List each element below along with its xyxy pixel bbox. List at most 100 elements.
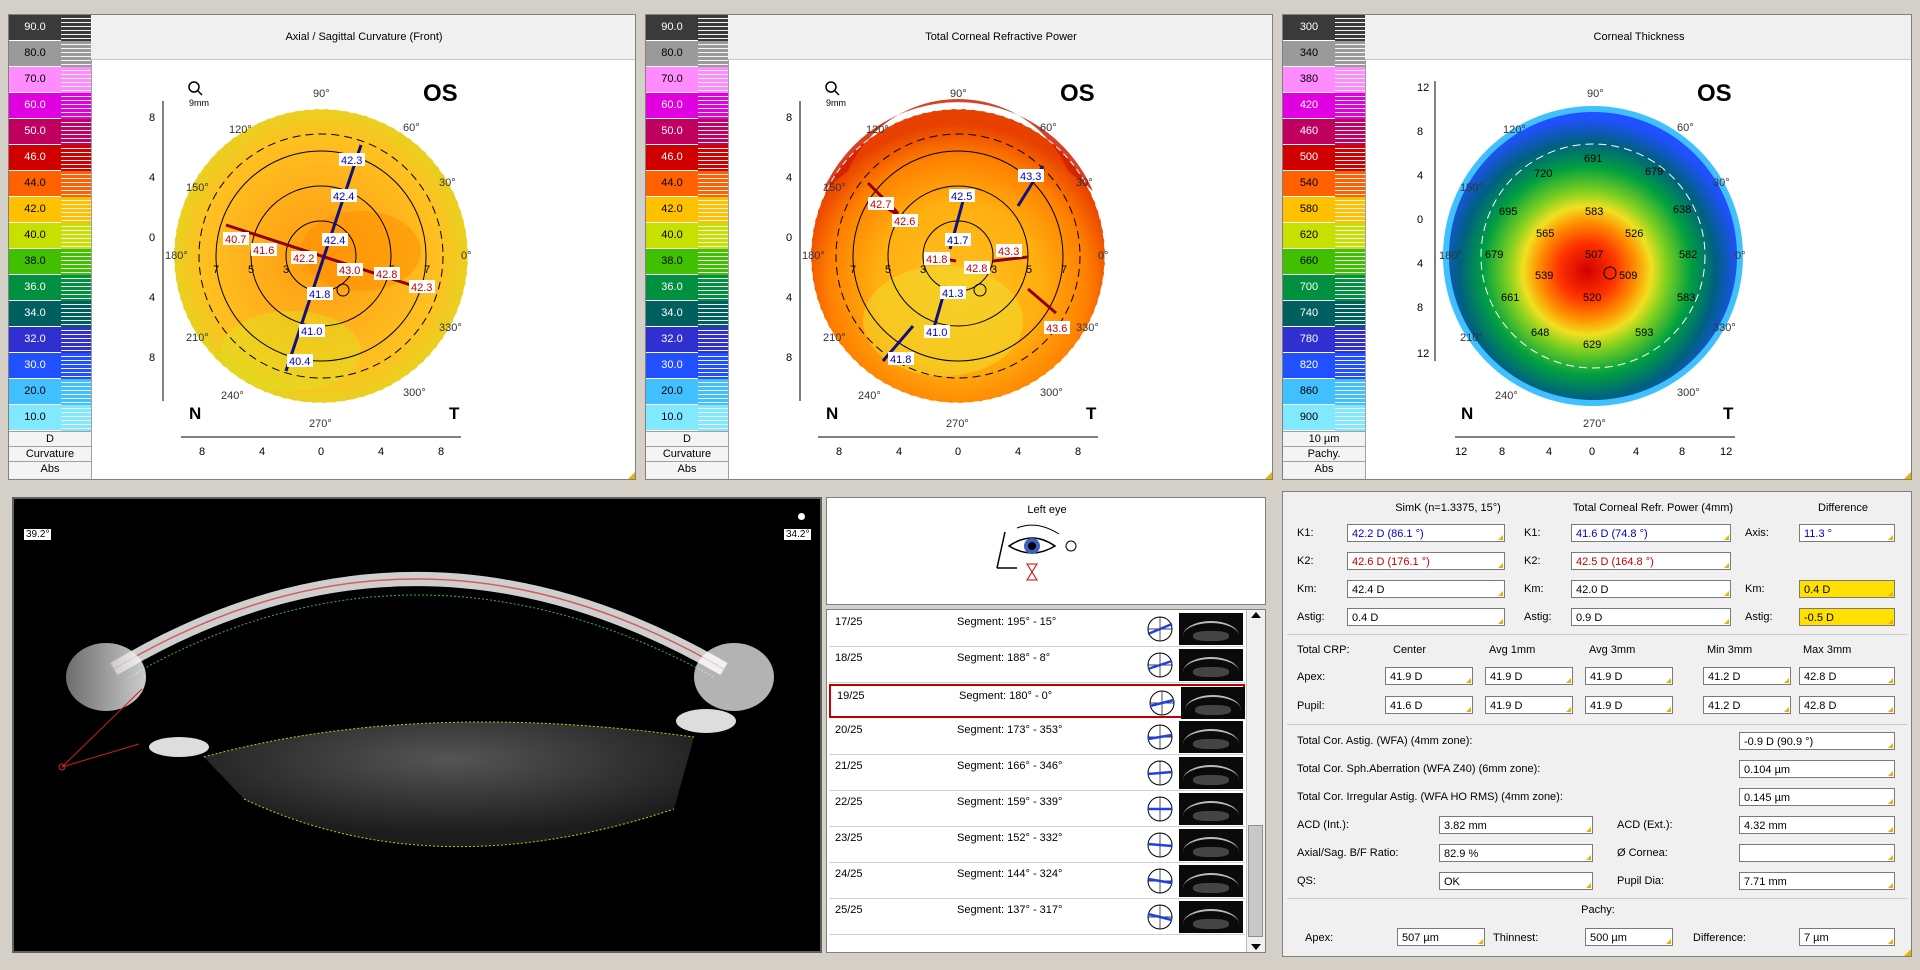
temporal-label: T xyxy=(1086,404,1097,423)
apex-min3-field[interactable]: 41.2 D xyxy=(1703,667,1791,685)
cornea-diameter-field[interactable] xyxy=(1739,844,1895,862)
scheimpflug-image-panel[interactable]: 39.2° 34.2° xyxy=(12,497,822,953)
svg-text:661: 661 xyxy=(1501,292,1519,304)
segment-row[interactable]: 18/25 Segment: 188° - 8° xyxy=(829,648,1245,683)
segment-row[interactable]: 19/25 Segment: 180° - 0° xyxy=(829,684,1245,719)
zoom-icon[interactable]: 9mm xyxy=(188,81,209,108)
scale-swatch xyxy=(698,67,728,93)
pupil-avg1-field[interactable]: 41.9 D xyxy=(1485,696,1573,714)
bf-ratio-field[interactable]: 82.9 % xyxy=(1439,844,1593,862)
scale-label: 38.0 xyxy=(9,249,61,275)
scale-swatch xyxy=(698,93,728,119)
scale-row: 700 xyxy=(1283,275,1365,301)
panel-resize-handle[interactable] xyxy=(1904,472,1911,479)
scale-label: 70.0 xyxy=(9,67,61,93)
tcrp-km-field[interactable]: 42.0 D xyxy=(1571,580,1731,598)
scale-label: 10.0 xyxy=(9,405,61,431)
scale-row: 380 xyxy=(1283,67,1365,93)
scale-label: 60.0 xyxy=(9,93,61,119)
scale-row: 620 xyxy=(1283,223,1365,249)
tcrp-astig-field[interactable]: 0.9 D xyxy=(1571,608,1731,626)
simk-k2-field[interactable]: 42.6 D (176.1 °) xyxy=(1347,552,1505,570)
scroll-up-arrow[interactable] xyxy=(1251,612,1261,618)
scroll-thumb[interactable] xyxy=(1248,825,1263,937)
pupil-max3-field[interactable]: 42.8 D xyxy=(1799,696,1895,714)
refractive-power-map[interactable]: 90° 60° 30° 0° 330° 300° 270° 240° 210° … xyxy=(728,61,1273,480)
scale-label: 32.0 xyxy=(646,327,698,353)
scale-row: 540 xyxy=(1283,171,1365,197)
scale-row: 50.0 xyxy=(9,119,91,145)
scale-row: 580 xyxy=(1283,197,1365,223)
simk-km-field[interactable]: 42.4 D xyxy=(1347,580,1505,598)
thickness-map[interactable]: 90° 60° 30° 0° 330° 300° 270° 240° 210° … xyxy=(1365,61,1912,480)
acd-ext-field[interactable]: 4.32 mm xyxy=(1739,816,1895,834)
panel-resize-handle[interactable] xyxy=(1904,949,1911,956)
svg-text:3: 3 xyxy=(991,264,997,276)
acd-int-field[interactable]: 3.82 mm xyxy=(1439,816,1593,834)
scale-swatch xyxy=(61,15,91,41)
diff-km-field[interactable]: 0.4 D xyxy=(1799,580,1895,598)
axial-curvature-map[interactable]: 90° 60° 30° 0° 330° 300° 270° 240° 210° … xyxy=(91,61,636,480)
scale-label: 900 xyxy=(1283,405,1335,431)
sph-aberration-field[interactable]: 0.104 µm xyxy=(1739,760,1895,778)
segment-row[interactable]: 23/25 Segment: 152° - 332° xyxy=(829,828,1245,863)
segment-range: Segment: 144° - 324° xyxy=(957,868,1063,880)
svg-text:679: 679 xyxy=(1485,249,1503,261)
apex-max3-field[interactable]: 42.8 D xyxy=(1799,667,1895,685)
segment-thumbnail xyxy=(1179,649,1243,681)
diff-axis-field[interactable]: 11.3 ° xyxy=(1799,524,1895,542)
pupil-dia-label: Pupil Dia: xyxy=(1617,875,1665,887)
segment-direction-icon xyxy=(1147,724,1173,750)
scale-row: 80.0 xyxy=(9,41,91,67)
panel-resize-handle[interactable] xyxy=(628,472,635,479)
astig-wfa-field[interactable]: -0.9 D (90.9 °) xyxy=(1739,732,1895,750)
simk-astig-field[interactable]: 0.4 D xyxy=(1347,608,1505,626)
scroll-down-arrow[interactable] xyxy=(1251,944,1261,950)
steep-zone xyxy=(301,211,421,291)
panel-resize-handle[interactable] xyxy=(1265,472,1272,479)
segment-row[interactable]: 21/25 Segment: 166° - 346° xyxy=(829,756,1245,791)
svg-text:42.3: 42.3 xyxy=(341,155,362,167)
svg-text:270°: 270° xyxy=(946,418,969,430)
svg-text:4: 4 xyxy=(1417,258,1423,270)
scale-swatch xyxy=(1335,67,1365,93)
segment-row[interactable]: 20/25 Segment: 173° - 353° xyxy=(829,720,1245,755)
apex-center-field[interactable]: 41.9 D xyxy=(1385,667,1473,685)
scale-row: 36.0 xyxy=(646,275,728,301)
apex-avg3-field[interactable]: 41.9 D xyxy=(1585,667,1673,685)
svg-text:3: 3 xyxy=(283,264,289,276)
irregular-astig-field[interactable]: 0.145 µm xyxy=(1739,788,1895,806)
color-scale: 90.0 80.0 70.0 60.0 50.0 46.0 44.0 42.0 40.0 38.0… xyxy=(646,15,729,479)
apex-avg1-field[interactable]: 41.9 D xyxy=(1485,667,1573,685)
segment-row[interactable]: 25/25 Segment: 137° - 317° xyxy=(829,900,1245,935)
scale-label: 34.0 xyxy=(9,301,61,327)
zoom-icon[interactable]: 9mm xyxy=(825,81,846,108)
scale-row: 38.0 xyxy=(646,249,728,275)
k1-label: K1: xyxy=(1297,527,1314,539)
scale-swatch xyxy=(1335,171,1365,197)
segment-number: 17/25 xyxy=(835,616,863,628)
pupil-min3-field[interactable]: 41.2 D xyxy=(1703,696,1791,714)
segment-row[interactable]: 22/25 Segment: 159° - 339° xyxy=(829,792,1245,827)
diff-astig-field[interactable]: -0.5 D xyxy=(1799,608,1895,626)
pupil-avg3-field[interactable]: 41.9 D xyxy=(1585,696,1673,714)
svg-text:42.8: 42.8 xyxy=(966,263,987,275)
tcrp-k2-field[interactable]: 42.5 D (164.8 °) xyxy=(1571,552,1731,570)
pupil-dia-field[interactable]: 7.71 mm xyxy=(1739,872,1895,890)
segment-list[interactable]: 17/25 Segment: 195° - 15° 18/25 Segment: 18… xyxy=(826,609,1266,953)
simk-k1-field[interactable]: 42.2 D (86.1 °) xyxy=(1347,524,1505,542)
map-title: Corneal Thickness xyxy=(1365,15,1911,60)
tcrp-k1-field[interactable]: 41.6 D (74.8 °) xyxy=(1571,524,1731,542)
svg-text:330°: 330° xyxy=(1713,322,1736,334)
list-scrollbar[interactable] xyxy=(1246,610,1265,952)
qs-field[interactable]: OK xyxy=(1439,872,1593,890)
pachy-difference-field[interactable]: 7 µm xyxy=(1799,928,1895,946)
scale-row: 740 xyxy=(1283,301,1365,327)
segment-row[interactable]: 17/25 Segment: 195° - 15° xyxy=(829,612,1245,647)
segment-row[interactable]: 24/25 Segment: 144° - 324° xyxy=(829,864,1245,899)
scale-row: 32.0 xyxy=(9,327,91,353)
pupil-center-field[interactable]: 41.6 D xyxy=(1385,696,1473,714)
crp-col-avg3: Avg 3mm xyxy=(1589,644,1636,656)
pachy-apex-field[interactable]: 507 µm xyxy=(1397,928,1485,946)
pachy-thinnest-field[interactable]: 500 µm xyxy=(1585,928,1673,946)
